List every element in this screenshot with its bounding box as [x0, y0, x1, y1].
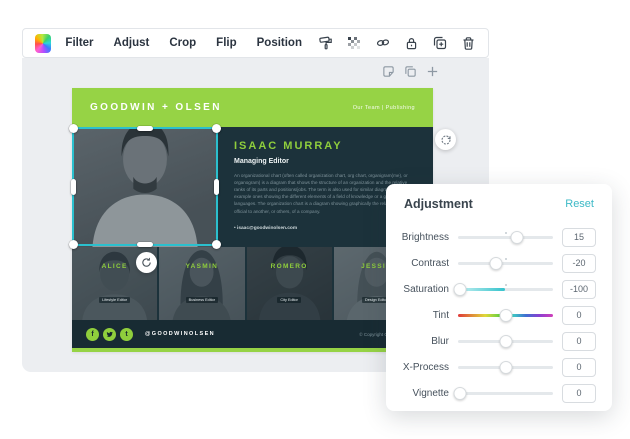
slider-handle[interactable]	[510, 231, 523, 244]
slider-label: X-Process	[400, 362, 458, 373]
feature-paragraph: An organizational chart (often called or…	[234, 172, 412, 215]
team-photo-romero[interactable]: ROMERO City Editor	[247, 247, 332, 320]
slider-row-contrast: Contrast -20	[400, 250, 596, 276]
slider-label: Brightness	[400, 232, 458, 243]
slider-handle[interactable]	[453, 387, 466, 400]
slider[interactable]	[458, 334, 553, 348]
slider-track[interactable]	[458, 236, 553, 239]
reset-button[interactable]: Reset	[565, 198, 594, 210]
paint-roller-icon[interactable]	[318, 35, 334, 51]
slider-value-input[interactable]: -100	[562, 280, 596, 299]
tab-flip[interactable]: Flip	[216, 37, 236, 49]
refresh-icon[interactable]	[435, 129, 456, 150]
slider-row-brightness: Brightness 15	[400, 224, 596, 250]
slider-value-input[interactable]: 0	[562, 306, 596, 325]
team-photo-yasmin[interactable]: YASMIN Business Editor	[159, 247, 244, 320]
twitter-icon[interactable]	[103, 328, 116, 341]
add-page-icon[interactable]	[426, 65, 439, 78]
team-row: ALICE Lifestyle Editor YASMIN Business E…	[72, 247, 433, 320]
slider-label: Contrast	[400, 258, 458, 269]
slider-row-saturation: Saturation -100	[400, 276, 596, 302]
feature-role: Managing Editor	[234, 158, 419, 165]
slider-handle[interactable]	[499, 309, 512, 322]
design-page[interactable]: GOODWIN + OLSEN Our Team | Publishing IS…	[72, 88, 433, 352]
tab-crop[interactable]: Crop	[169, 37, 196, 49]
slider-row-blur: Blur 0	[400, 328, 596, 354]
link-icon[interactable]	[375, 35, 391, 51]
photo-overlay	[72, 127, 218, 247]
brand-text: GOODWIN + OLSEN	[90, 102, 222, 113]
slider-track[interactable]	[458, 392, 553, 395]
adjustment-panel: Adjustment Reset Brightness 15 Contrast …	[386, 184, 612, 411]
team-name: ROMERO	[247, 263, 332, 270]
slider-row-xprocess: X-Process 0	[400, 354, 596, 380]
slider-value-input[interactable]: 15	[562, 228, 596, 247]
facebook-icon[interactable]: f	[86, 328, 99, 341]
duplicate-icon[interactable]	[432, 35, 448, 51]
tab-adjust[interactable]: Adjust	[114, 37, 150, 49]
slider-list: Brightness 15 Contrast -20 Saturation -1…	[386, 220, 612, 416]
transparency-icon[interactable]	[347, 36, 362, 51]
resize-handle-left[interactable]	[71, 179, 76, 195]
slider[interactable]	[458, 282, 553, 296]
slider-row-vignette: Vignette 0	[400, 380, 596, 406]
page-actions	[382, 65, 439, 78]
trash-icon[interactable]	[461, 36, 476, 51]
duplicate-page-icon[interactable]	[404, 65, 417, 78]
team-role: Lifestyle Editor	[99, 297, 130, 303]
slider-value-input[interactable]: 0	[562, 358, 596, 377]
team-name: YASMIN	[159, 263, 244, 270]
slider-row-tint: Tint 0	[400, 302, 596, 328]
rotate-handle[interactable]	[136, 252, 157, 273]
slider-value-input[interactable]: 0	[562, 384, 596, 403]
portrait-photo-isaac[interactable]	[72, 127, 218, 247]
feature-section: ISAAC MURRAY Managing Editor An organiza…	[72, 127, 433, 247]
panel-title: Adjustment	[404, 197, 473, 211]
resize-handle-top[interactable]	[137, 126, 153, 131]
resize-handle-bottom-right[interactable]	[212, 240, 221, 249]
tab-filter[interactable]: Filter	[65, 37, 93, 49]
color-thumbnail-icon[interactable]	[35, 34, 51, 53]
position-button[interactable]: Position	[257, 37, 302, 49]
lock-icon[interactable]	[404, 36, 419, 51]
slider[interactable]	[458, 256, 553, 270]
feature-name: ISAAC MURRAY	[234, 140, 419, 152]
slider[interactable]	[458, 230, 553, 244]
slider-track[interactable]	[458, 262, 553, 265]
slider-handle[interactable]	[499, 335, 512, 348]
slider-label: Blur	[400, 336, 458, 347]
slider-handle[interactable]	[453, 283, 466, 296]
resize-handle-top-left[interactable]	[69, 124, 78, 133]
design-footer: f t @GOODWINOLSEN © Copyright Goodwin + …	[72, 320, 433, 348]
slider[interactable]	[458, 308, 553, 322]
note-icon[interactable]	[382, 65, 395, 78]
slider-label: Tint	[400, 310, 458, 321]
slider[interactable]	[458, 360, 553, 374]
editor-toolbar: Filter Adjust Crop Flip Position	[22, 28, 489, 58]
resize-handle-right[interactable]	[214, 179, 219, 195]
footer-accent-bar	[72, 348, 433, 352]
resize-handle-bottom-left[interactable]	[69, 240, 78, 249]
resize-handle-bottom[interactable]	[137, 242, 153, 247]
slider-label: Saturation	[400, 284, 458, 295]
tumblr-icon[interactable]: t	[120, 328, 133, 341]
design-header[interactable]: GOODWIN + OLSEN Our Team | Publishing	[72, 88, 433, 127]
slider-track[interactable]	[458, 288, 553, 291]
slider-value-input[interactable]: -20	[562, 254, 596, 273]
social-handle-text: @GOODWINOLSEN	[145, 331, 215, 337]
resize-handle-top-right[interactable]	[212, 124, 221, 133]
slider[interactable]	[458, 386, 553, 400]
slider-value-input[interactable]: 0	[562, 332, 596, 351]
slider-handle[interactable]	[490, 257, 503, 270]
team-role: Business Editor	[186, 297, 218, 303]
header-nav-text: Our Team | Publishing	[353, 105, 415, 111]
slider-label: Vignette	[400, 388, 458, 399]
slider-handle[interactable]	[499, 361, 512, 374]
team-role: City Editor	[277, 297, 301, 303]
